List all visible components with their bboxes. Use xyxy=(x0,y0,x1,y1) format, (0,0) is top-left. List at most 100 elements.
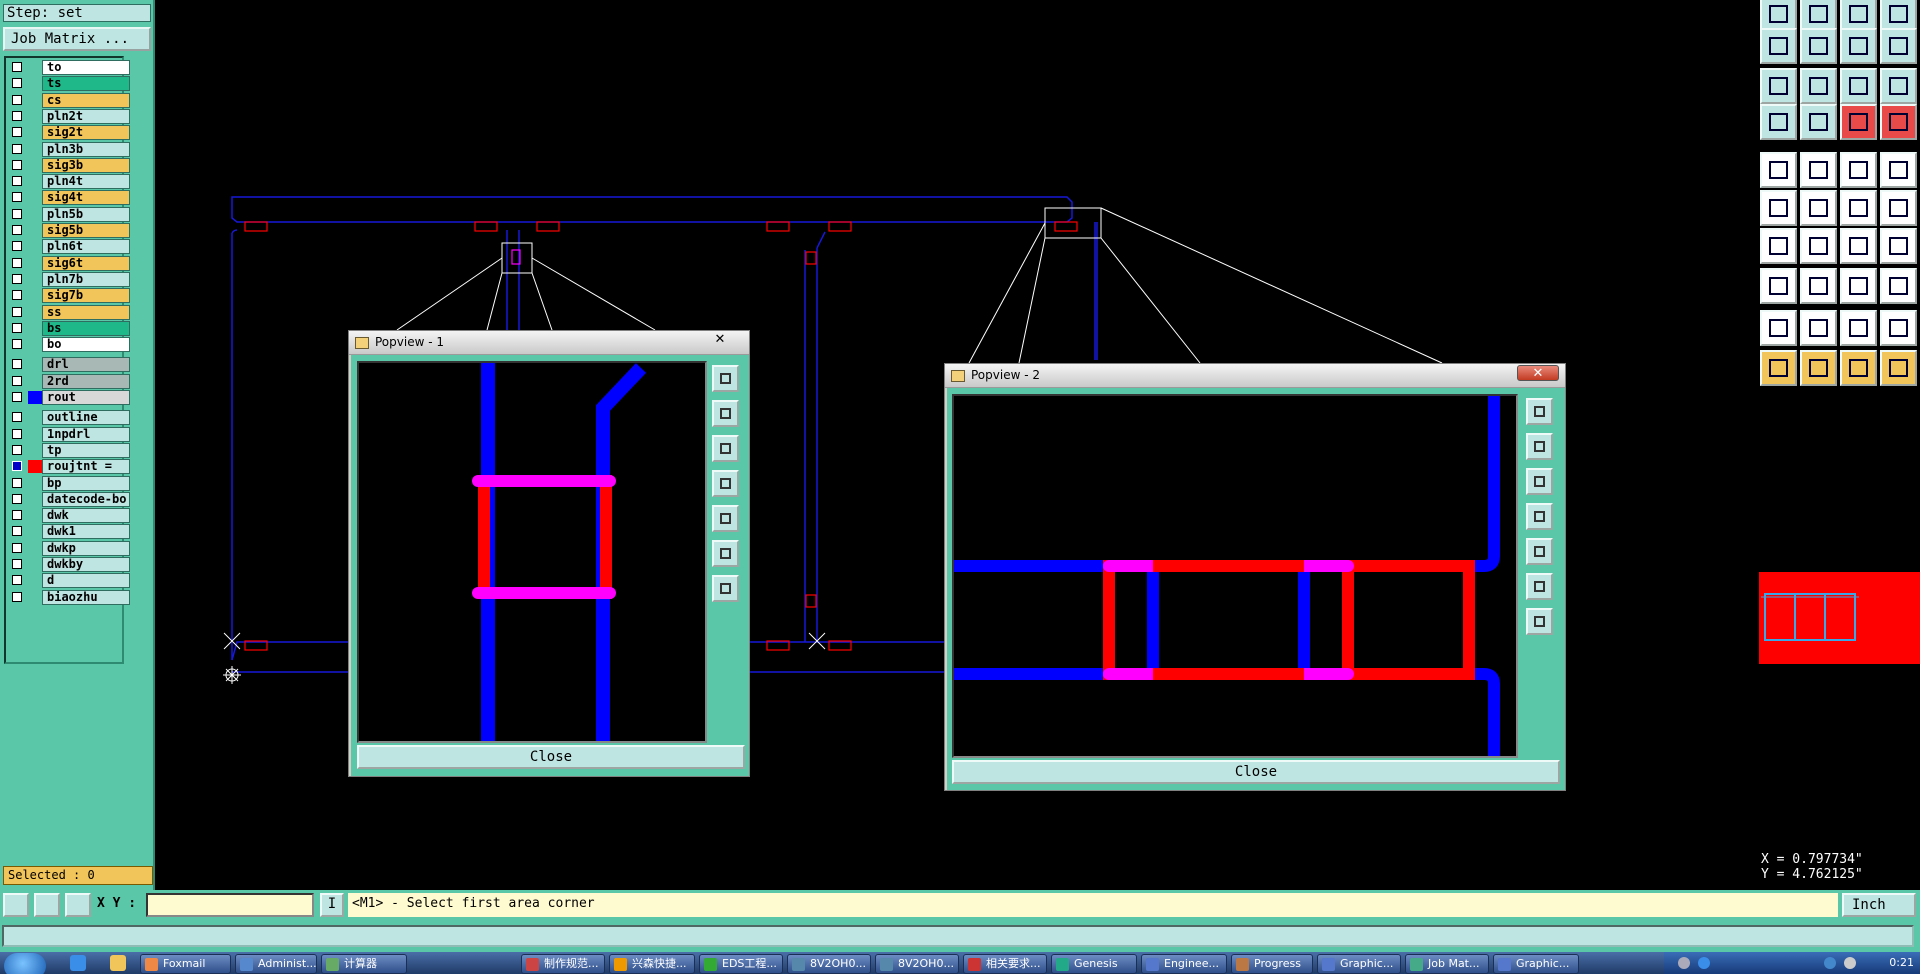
layer-row[interactable]: dwk xyxy=(8,508,130,524)
layer-name[interactable]: d xyxy=(42,573,130,589)
layer-row[interactable]: outline xyxy=(8,410,130,426)
layer-row[interactable]: pln4t xyxy=(8,174,130,190)
layer-name[interactable]: bp xyxy=(42,475,130,491)
zoom-fit-icon[interactable] xyxy=(712,540,739,567)
arc-icon[interactable] xyxy=(1880,190,1917,226)
layer-checkbox[interactable] xyxy=(12,493,22,504)
layer-row[interactable]: dwk1 xyxy=(8,524,130,540)
mask-icon[interactable] xyxy=(1840,310,1877,346)
layer-checkbox[interactable] xyxy=(12,559,22,569)
start-button[interactable] xyxy=(4,953,46,974)
zoom-window-icon[interactable] xyxy=(1526,398,1553,425)
taskbar-item[interactable]: 8V2OH0... xyxy=(875,954,959,974)
layer-checkbox[interactable] xyxy=(12,359,22,370)
layer-name[interactable]: pln2t xyxy=(42,108,130,124)
pan-left-icon[interactable] xyxy=(712,470,739,497)
layer-name[interactable]: pln7b xyxy=(42,271,130,287)
pan-right-icon[interactable] xyxy=(1526,538,1553,565)
layer-checkbox[interactable] xyxy=(12,62,22,72)
pan-right-icon[interactable] xyxy=(712,505,739,532)
popview-2-close-x-button[interactable]: ✕ xyxy=(1517,365,1559,381)
layer-row[interactable]: bo xyxy=(8,337,130,353)
layer-row[interactable]: sig3b xyxy=(8,157,130,173)
taskbar-item[interactable]: Progress xyxy=(1231,954,1313,974)
angle-mode-icon[interactable] xyxy=(34,893,60,917)
taskbar-item[interactable]: Job Mat... xyxy=(1405,954,1489,974)
layer-checkbox[interactable] xyxy=(12,477,22,488)
layer-row[interactable]: sig7b xyxy=(8,288,130,304)
layer-checkbox[interactable] xyxy=(12,241,22,252)
layer-checkbox[interactable] xyxy=(12,510,22,521)
zoom-fit-icon[interactable] xyxy=(1526,573,1553,600)
delta-icon[interactable] xyxy=(1800,310,1837,346)
layer-name[interactable]: tp xyxy=(42,442,130,458)
layer-checkbox[interactable] xyxy=(12,306,22,317)
layer-name[interactable]: 2rd xyxy=(42,373,130,389)
pan-up-icon[interactable] xyxy=(712,400,739,427)
layer-name[interactable]: sig6t xyxy=(42,255,130,271)
taskbar-item[interactable]: 计算器 xyxy=(321,954,407,974)
fit-icon[interactable] xyxy=(1760,68,1797,104)
layer-row[interactable]: sig5b xyxy=(8,223,130,238)
warning-icon[interactable] xyxy=(1880,310,1917,346)
layer-checkbox[interactable] xyxy=(12,461,22,472)
pad-icon[interactable] xyxy=(1760,268,1797,304)
taskbar-item[interactable]: 兴森快捷... xyxy=(609,954,695,974)
layer-name[interactable]: dwk1 xyxy=(42,524,130,540)
layer-name[interactable]: ss xyxy=(42,304,130,320)
zoom-window-icon[interactable] xyxy=(712,365,739,392)
layer-checkbox[interactable] xyxy=(12,575,22,586)
layer-row[interactable]: tp xyxy=(8,442,130,458)
taskbar-item[interactable]: Administ... xyxy=(235,954,317,974)
layer-name[interactable]: rout xyxy=(42,390,130,405)
layer-checkbox[interactable] xyxy=(12,127,22,138)
popview-1-viewport[interactable] xyxy=(357,361,707,743)
layer-name[interactable]: dwkby xyxy=(42,557,130,572)
layer-row[interactable]: bs xyxy=(8,320,130,336)
popview-2-viewport[interactable] xyxy=(952,394,1518,758)
snap-on-icon[interactable] xyxy=(1840,104,1877,140)
layer-checkbox[interactable] xyxy=(12,375,22,386)
copy-icon[interactable] xyxy=(1880,268,1917,304)
ie-icon[interactable] xyxy=(70,955,86,971)
layer-row[interactable]: to xyxy=(8,60,130,75)
snap-mode-icon[interactable] xyxy=(3,893,29,917)
layer-checkbox[interactable] xyxy=(12,339,22,350)
taskbar-item[interactable]: Foxmail xyxy=(140,954,231,974)
layer-name[interactable]: sig7b xyxy=(42,288,130,304)
help-icon[interactable] xyxy=(1698,957,1710,969)
zoom-center-icon[interactable] xyxy=(712,575,739,602)
grid-mode-icon[interactable] xyxy=(65,893,91,917)
popview-1-close-button[interactable]: Close xyxy=(357,745,745,769)
snap-off-icon[interactable] xyxy=(1880,104,1917,140)
layer-checkbox[interactable] xyxy=(12,526,22,537)
layer-row[interactable]: datecode-bo xyxy=(8,491,130,507)
taskbar-item[interactable]: Graphic... xyxy=(1317,954,1401,974)
layer-row[interactable]: pln6t xyxy=(8,239,130,255)
layer-checkbox[interactable] xyxy=(12,428,22,439)
taskbar-item[interactable]: Genesis xyxy=(1051,954,1137,974)
pointer-sel-icon[interactable] xyxy=(1800,350,1837,386)
taskbar-item[interactable]: Graphic... xyxy=(1493,954,1579,974)
layer-checkbox[interactable] xyxy=(12,412,22,423)
layer-row[interactable]: sig4t xyxy=(8,190,130,206)
zoom-box-icon[interactable] xyxy=(1760,28,1797,64)
layer-checkbox[interactable] xyxy=(12,94,22,105)
split-icon[interactable] xyxy=(1880,228,1917,264)
layer-row[interactable]: pln7b xyxy=(8,271,130,287)
feature-select-icon[interactable] xyxy=(1760,152,1797,188)
pan-up-icon[interactable] xyxy=(1526,433,1553,460)
layer-name[interactable]: dwkp xyxy=(42,540,130,556)
layer-checkbox[interactable] xyxy=(12,192,22,203)
xy-input[interactable] xyxy=(146,893,314,917)
popview-1-titlebar[interactable]: Popview - 1 ✕ xyxy=(349,331,749,355)
layer-name[interactable]: roujtnt = xyxy=(42,459,130,475)
layer-name[interactable]: ts xyxy=(42,76,130,92)
route-icon[interactable] xyxy=(1760,190,1797,226)
taskbar-item[interactable]: 8V2OH0... xyxy=(787,954,871,974)
layer-name[interactable]: biaozhu xyxy=(42,589,130,605)
layer-name[interactable]: drl xyxy=(42,357,130,373)
job-matrix-button[interactable]: Job Matrix ... xyxy=(3,27,151,51)
taskbar-item[interactable]: Enginee... xyxy=(1141,954,1227,974)
dot-icon[interactable] xyxy=(1880,152,1917,188)
